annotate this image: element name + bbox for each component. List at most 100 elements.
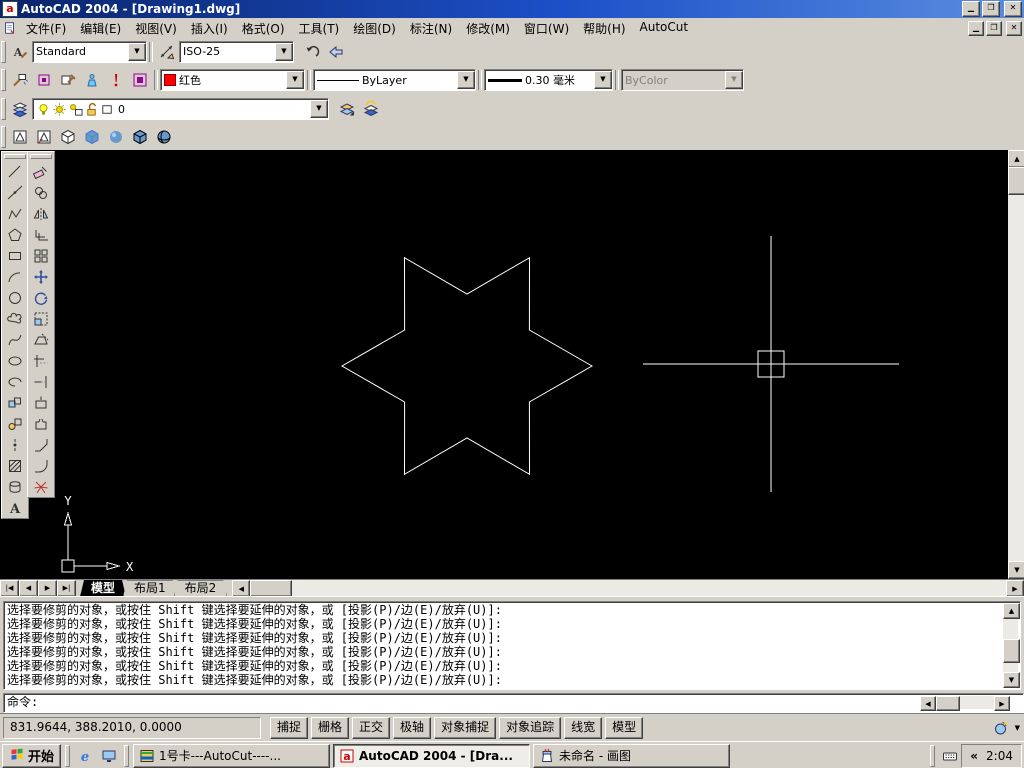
tray-collapse-button[interactable]: «: [970, 749, 978, 763]
text-style-button[interactable]: A: [8, 41, 32, 63]
stretch-button[interactable]: [29, 329, 53, 350]
toggle-lineweight[interactable]: 线宽: [564, 717, 602, 739]
layer-combo[interactable]: 0 ▼: [32, 98, 329, 120]
nested-block-button[interactable]: [128, 69, 152, 91]
canvas-horizontal-scrollbar[interactable]: ◀ ▶: [232, 580, 1024, 597]
next-tab-button[interactable]: ▶: [38, 580, 57, 597]
child-minimize-button[interactable]: ▁: [968, 21, 984, 36]
polyline-button[interactable]: [3, 203, 27, 224]
toggle-polar[interactable]: 极轴: [393, 717, 431, 739]
menu-item-view[interactable]: 视图(V): [128, 18, 184, 39]
chevron-down-icon[interactable]: ▼: [275, 43, 293, 61]
start-button[interactable]: 开始: [2, 744, 61, 768]
region-button[interactable]: [3, 476, 27, 497]
scrollbar-thumb[interactable]: [250, 580, 292, 597]
communication-center-icon[interactable]: [990, 717, 1012, 739]
scroll-down-button[interactable]: ▼: [1003, 672, 1020, 688]
gouraud-shaded-button[interactable]: [104, 126, 128, 148]
mirror-button[interactable]: [29, 203, 53, 224]
task-button-paint[interactable]: 未命名 - 画图: [533, 744, 730, 768]
flat-shaded-button[interactable]: [80, 126, 104, 148]
star-drawing-object[interactable]: [342, 258, 592, 475]
toggle-snap[interactable]: 捕捉: [270, 717, 308, 739]
toolbar-grip[interactable]: [4, 154, 26, 159]
make-block-button[interactable]: [3, 413, 27, 434]
array-button[interactable]: [29, 245, 53, 266]
color-combo[interactable]: 红色 ▼: [160, 69, 305, 91]
toggle-otrack[interactable]: 对象追踪: [499, 717, 561, 739]
menu-item-format[interactable]: 格式(O): [235, 18, 292, 39]
trim-button[interactable]: [29, 350, 53, 371]
spray-button[interactable]: [80, 69, 104, 91]
fillet-button[interactable]: [29, 455, 53, 476]
child-close-button[interactable]: ✕: [1006, 21, 1022, 36]
scroll-left-button[interactable]: ◀: [232, 580, 250, 597]
menu-item-dimension[interactable]: 标注(N): [403, 18, 459, 39]
ellipse-button[interactable]: [3, 350, 27, 371]
menu-item-modify[interactable]: 修改(M): [459, 18, 517, 39]
toolbar-grip[interactable]: [1, 69, 6, 91]
multiline-text-button[interactable]: A: [3, 497, 27, 518]
chevron-down-icon[interactable]: ▼: [457, 71, 475, 89]
gouraud-shaded-edges-button[interactable]: [152, 126, 176, 148]
hatch-button[interactable]: [3, 455, 27, 476]
linetype-combo[interactable]: ByLayer ▼: [313, 69, 476, 91]
swatch-icon[interactable]: [100, 102, 115, 117]
restore-button[interactable]: ❐: [982, 1, 1000, 17]
make-layer-current-button[interactable]: [335, 98, 359, 120]
sun-icon[interactable]: [52, 102, 67, 117]
break-at-point-button[interactable]: [29, 392, 53, 413]
toggle-ortho[interactable]: 正交: [352, 717, 390, 739]
move-button[interactable]: [29, 266, 53, 287]
menu-item-autocut[interactable]: AutoCut: [633, 18, 696, 39]
status-tray-chevron-icon[interactable]: ▼: [1015, 724, 1020, 732]
tab-model[interactable]: 模型: [80, 580, 126, 597]
undo-button[interactable]: [300, 41, 324, 63]
command-scrollbar[interactable]: ▲ ▼: [1003, 603, 1018, 688]
menu-item-window[interactable]: 窗口(W): [517, 18, 576, 39]
hidden-button[interactable]: [56, 126, 80, 148]
toolbar-grip[interactable]: [1, 41, 6, 63]
toggle-osnap[interactable]: 对象捕捉: [434, 717, 496, 739]
toolbar-grip[interactable]: [30, 154, 52, 159]
ellipse-arc-button[interactable]: [3, 371, 27, 392]
erase-button[interactable]: [29, 161, 53, 182]
exclamation-button[interactable]: [104, 69, 128, 91]
chevron-down-icon[interactable]: ▼: [286, 71, 304, 89]
scrollbar-thumb[interactable]: [936, 696, 960, 711]
match-properties-button[interactable]: [8, 69, 32, 91]
insert-block-button[interactable]: [3, 392, 27, 413]
block-edit-button[interactable]: [56, 69, 80, 91]
unlock-icon[interactable]: [84, 102, 99, 117]
arc-button[interactable]: [3, 266, 27, 287]
scroll-down-button[interactable]: ▼: [1008, 561, 1024, 579]
line-button[interactable]: [3, 161, 27, 182]
canvas-vertical-scrollbar[interactable]: ▲ ▼: [1008, 150, 1024, 579]
layer-manager-button[interactable]: [8, 98, 32, 120]
layer-previous-button[interactable]: [359, 98, 383, 120]
chevron-down-icon[interactable]: ▼: [128, 43, 146, 61]
scrollbar-thumb[interactable]: [1008, 167, 1024, 195]
explode-button[interactable]: [29, 476, 53, 497]
minimize-button[interactable]: ▁: [962, 1, 980, 17]
chevron-down-icon[interactable]: ▼: [594, 71, 612, 89]
toggle-grid[interactable]: 栅格: [311, 717, 349, 739]
scroll-left-button[interactable]: ◀: [920, 696, 936, 711]
toolbar-grip[interactable]: [1, 98, 6, 120]
back-arrow-button[interactable]: [324, 41, 348, 63]
2d-wireframe-button[interactable]: [8, 126, 32, 148]
menu-item-edit[interactable]: 编辑(E): [73, 18, 128, 39]
dim-style-button[interactable]: [155, 41, 179, 63]
donut-button[interactable]: [32, 69, 56, 91]
scrollbar-thumb[interactable]: [1003, 639, 1020, 663]
menu-item-help[interactable]: 帮助(H): [576, 18, 632, 39]
quick-launch-desktop-icon[interactable]: [98, 745, 120, 767]
first-tab-button[interactable]: |◀: [0, 580, 19, 597]
child-restore-button[interactable]: ❐: [986, 21, 1002, 36]
taskbar-grip[interactable]: [65, 745, 70, 767]
command-history[interactable]: 选择要修剪的对象，或按住 Shift 键选择要延伸的对象，或 [投影(P)/边(…: [3, 601, 1021, 690]
sun-freeze-icon[interactable]: [68, 102, 83, 117]
circle-button[interactable]: [3, 287, 27, 308]
last-tab-button[interactable]: ▶|: [57, 580, 76, 597]
bulb-icon[interactable]: [36, 102, 51, 117]
